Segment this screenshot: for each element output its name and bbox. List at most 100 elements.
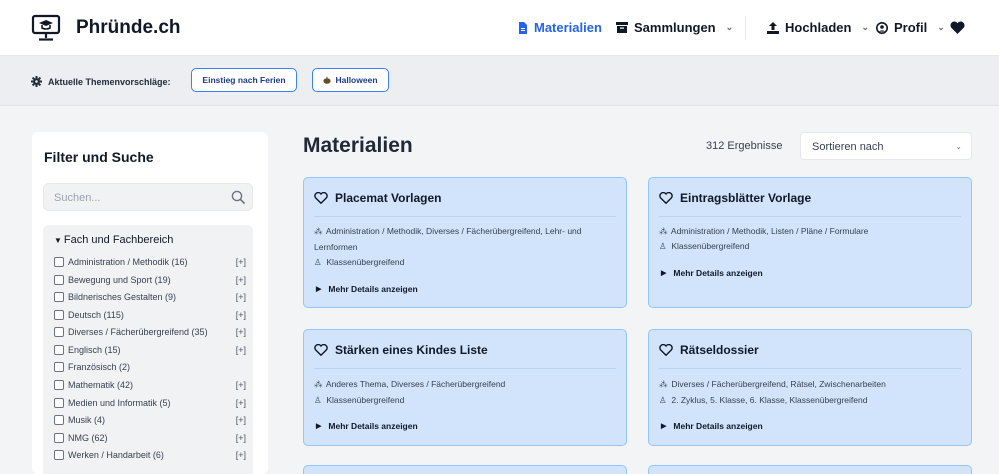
filter-checkbox[interactable]	[54, 380, 64, 390]
expand-filter-button[interactable]: [+]	[236, 275, 246, 285]
search-icon[interactable]	[231, 190, 246, 205]
search-input[interactable]	[54, 189, 224, 207]
filter-checkbox[interactable]	[54, 398, 64, 408]
filter-item-label: Bewegung und Sport (19)	[68, 275, 171, 285]
card-title: Eintragsblätter Vorlage	[680, 191, 812, 205]
card-categories-text: Diverses / Fächerübergreifend, Rätsel, Z…	[671, 379, 886, 389]
expand-filter-button[interactable]: [+]	[236, 433, 246, 443]
filter-item[interactable]: Administration / Methodik (16) [+]	[54, 254, 246, 270]
card-categories: ⁂ Diverses / Fächerübergreifend, Rätsel,…	[659, 376, 955, 392]
card-title-row[interactable]: Rätseldossier	[659, 343, 759, 357]
nav-sammlungen[interactable]: Sammlungen ⌄	[616, 20, 733, 35]
material-card[interactable]: Stärken eines Kindes Liste ⁂ Anderes The…	[303, 329, 627, 446]
filter-item[interactable]: Mathematik (42) [+]	[54, 377, 246, 393]
filter-item[interactable]: Deutsch (115) [+]	[54, 307, 246, 323]
filter-item[interactable]: NMG (62) [+]	[54, 430, 246, 446]
expand-filter-button[interactable]: [+]	[236, 345, 246, 355]
card-categories-text: Anderes Thema, Diverses / Fächerübergrei…	[325, 379, 506, 389]
chevron-down-icon: ⌄	[937, 22, 945, 32]
card-categories: ⁂ Administration / Methodik, Listen / Pl…	[659, 223, 955, 239]
filter-item[interactable]: Französisch (2)	[54, 359, 246, 375]
card-title-row[interactable]: Placemat Vorlagen	[314, 191, 442, 205]
card-divider	[314, 368, 616, 369]
facet-fach-toggle[interactable]: ▼ Fach und Fachbereich	[54, 234, 173, 246]
brand-name[interactable]: Phründe.ch	[76, 17, 181, 39]
facet-fach-title: Fach und Fachbereich	[63, 234, 174, 246]
material-card[interactable]: Placemat Vorlagen ⁂ Administration / Met…	[303, 177, 627, 308]
material-card[interactable]: Eintragsblätter Vorlage ⁂ Administration…	[648, 177, 972, 308]
heart-outline-icon[interactable]	[659, 192, 673, 204]
card-levels-text: 2. Zyklus, 5. Klasse, 6. Klasse, Klassen…	[671, 395, 868, 405]
filter-checkbox[interactable]	[54, 292, 64, 302]
filter-checkbox[interactable]	[54, 310, 64, 320]
filter-checkbox[interactable]	[54, 450, 64, 460]
filter-checkbox[interactable]	[54, 345, 64, 355]
page-title: Materialien	[303, 134, 413, 157]
more-details-label: Mehr Details anzeigen	[673, 421, 763, 431]
search-box	[43, 183, 253, 211]
facet-fach: ▼ Fach und Fachbereich Administration / …	[43, 225, 253, 474]
nav-profil[interactable]: Profil ⌄	[876, 20, 945, 35]
nav-hochladen[interactable]: Hochladen ⌄	[767, 20, 869, 35]
card-title-row[interactable]: Eintragsblätter Vorlage	[659, 191, 811, 205]
expand-filter-button[interactable]: [+]	[236, 257, 246, 267]
card-categories: ⁂ Anderes Thema, Diverses / Fächerübergr…	[314, 376, 610, 392]
more-details-toggle[interactable]: ▶ Mehr Details anzeigen	[661, 268, 763, 278]
filter-item-label: NMG (62)	[68, 433, 108, 443]
suggestions-label-text: Aktuelle Themenvorschläge:	[48, 76, 171, 87]
expand-filter-button[interactable]: [+]	[236, 415, 246, 425]
expand-filter-button[interactable]: [+]	[236, 327, 246, 337]
material-card-partial[interactable]	[303, 465, 627, 474]
material-card[interactable]: Rätseldossier ⁂ Diverses / Fächerübergre…	[648, 329, 972, 446]
card-levels: ♙ Klassenübergreifend	[659, 238, 955, 254]
card-divider	[314, 216, 616, 217]
filter-checkbox[interactable]	[54, 415, 64, 425]
expand-filter-button[interactable]: [+]	[236, 450, 246, 460]
filter-checkbox[interactable]	[54, 327, 64, 337]
filter-checkbox[interactable]	[54, 257, 64, 267]
filter-item[interactable]: Musik (4) [+]	[54, 412, 246, 428]
gear-icon	[31, 76, 42, 87]
more-details-label: Mehr Details anzeigen	[328, 284, 418, 294]
filter-checkbox[interactable]	[54, 433, 64, 443]
heart-outline-icon[interactable]	[314, 192, 328, 204]
nav-materialien[interactable]: Materialien	[518, 20, 602, 35]
sort-select[interactable]: Sortieren nach ⌄	[800, 132, 972, 160]
filter-item[interactable]: Bewegung und Sport (19) [+]	[54, 272, 246, 288]
card-divider	[659, 216, 961, 217]
filter-checkbox[interactable]	[54, 362, 64, 372]
archive-icon	[616, 22, 628, 33]
monitor-graduation-logo[interactable]	[31, 14, 61, 42]
more-details-toggle[interactable]: ▶ Mehr Details anzeigen	[316, 421, 418, 431]
heart-outline-icon[interactable]	[314, 344, 328, 356]
expand-filter-button[interactable]: [+]	[236, 398, 246, 408]
card-levels-text: Klassenübergreifend	[326, 395, 405, 405]
chevron-down-icon: ⌄	[861, 22, 870, 32]
sitemap-icon: ⁂	[659, 226, 668, 236]
caret-right-icon: ▶	[316, 286, 322, 293]
filter-item[interactable]: Werken / Handarbeit (6) [+]	[54, 447, 246, 463]
filter-item[interactable]: Diverses / Fächerübergreifend (35) [+]	[54, 324, 246, 340]
expand-filter-button[interactable]: [+]	[236, 292, 246, 302]
suggestion-einstieg-button[interactable]: Einstieg nach Ferien	[191, 68, 297, 92]
expand-filter-button[interactable]: [+]	[236, 380, 246, 390]
filter-item[interactable]: Englisch (15) [+]	[54, 342, 246, 358]
suggestion-halloween-button[interactable]: Halloween	[312, 68, 389, 92]
expand-filter-button[interactable]: [+]	[236, 310, 246, 320]
caret-right-icon: ▶	[316, 423, 322, 430]
file-icon	[519, 21, 527, 34]
more-details-toggle[interactable]: ▶ Mehr Details anzeigen	[316, 284, 418, 294]
card-title: Rätseldossier	[680, 343, 759, 357]
filter-checkbox[interactable]	[54, 275, 64, 285]
card-title-row[interactable]: Stärken eines Kindes Liste	[314, 343, 488, 357]
topic-suggestions-bar: Aktuelle Themenvorschläge: Einstieg nach…	[0, 56, 999, 106]
heart-outline-icon[interactable]	[659, 344, 673, 356]
material-card-partial[interactable]	[648, 465, 972, 474]
filter-item[interactable]: Medien und Informatik (5) [+]	[54, 395, 246, 411]
caret-right-icon: ▶	[661, 270, 667, 277]
heart-icon[interactable]	[950, 21, 965, 34]
filter-item-label: Englisch (15)	[68, 345, 121, 355]
filter-item[interactable]: Bildnerisches Gestalten (9) [+]	[54, 289, 246, 305]
more-details-toggle[interactable]: ▶ Mehr Details anzeigen	[661, 421, 763, 431]
nav-materialien-label: Materialien	[534, 20, 602, 35]
